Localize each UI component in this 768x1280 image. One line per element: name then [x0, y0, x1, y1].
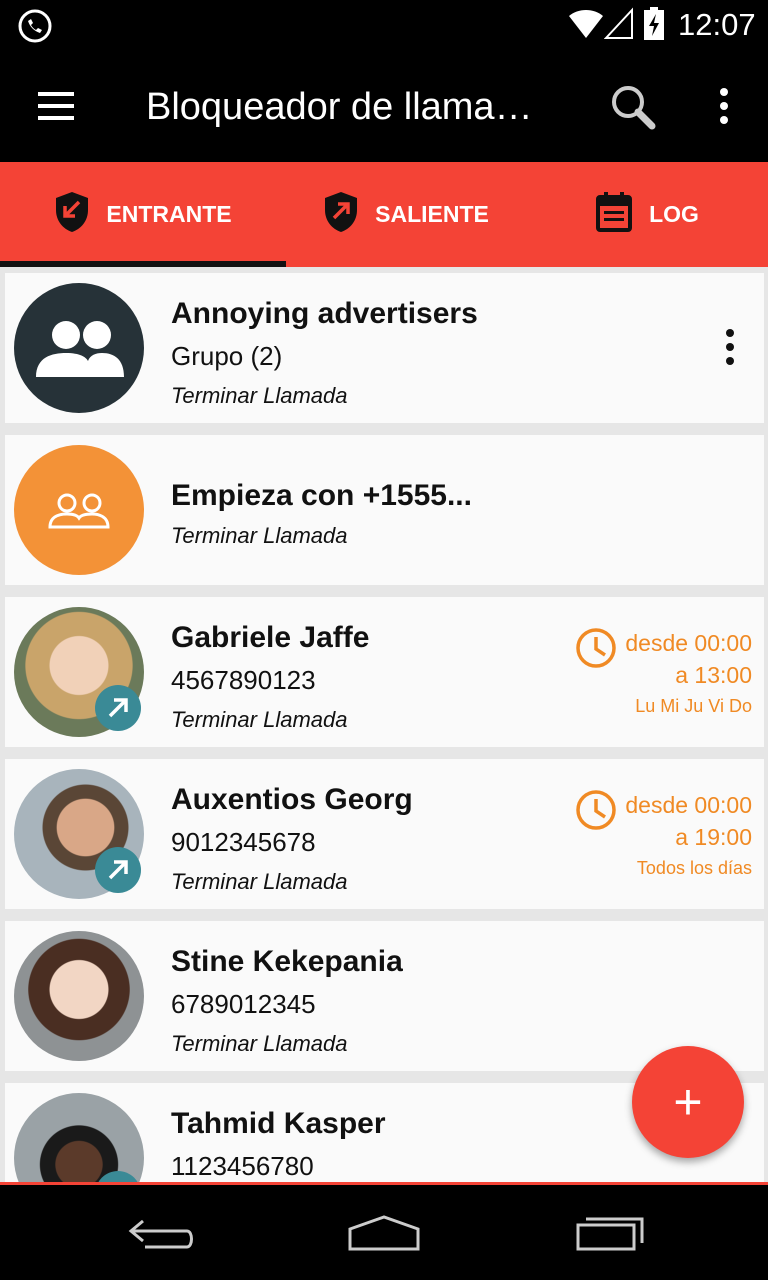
tab-entrante-label: ENTRANTE: [106, 201, 232, 227]
app-bar: Bloqueador de llama…: [0, 50, 768, 162]
list-item[interactable]: Stine Kekepania 6789012345 Terminar Llam…: [5, 921, 764, 1071]
tab-saliente[interactable]: SALIENTE: [286, 162, 526, 267]
item-action: Terminar Llamada: [171, 707, 348, 732]
schedule-days: Lu Mi Ju Vi Do: [635, 696, 752, 716]
tab-log-label: LOG: [649, 201, 699, 227]
schedule-from: desde 00:00: [625, 792, 752, 818]
schedule-from: desde 00:00: [625, 630, 752, 656]
item-action: Terminar Llamada: [171, 869, 348, 894]
app-title: Bloqueador de llama…: [146, 86, 533, 128]
item-subtitle: 9012345678: [171, 827, 316, 857]
avatar: [14, 1093, 144, 1184]
group-outline-icon: [14, 445, 144, 575]
item-action: Terminar Llamada: [171, 383, 348, 408]
item-subtitle: Grupo (2): [171, 341, 283, 371]
signal-icon: [603, 6, 634, 45]
schedule-to: a 19:00: [675, 824, 752, 850]
shield-outgoing-icon: [323, 190, 359, 239]
avatar: [14, 931, 144, 1061]
item-more-icon[interactable]: [718, 327, 742, 367]
calendar-icon: [595, 191, 633, 238]
list-item[interactable]: Auxentios Georg 9012345678 Terminar Llam…: [5, 759, 764, 909]
item-name: Gabriele Jaffe: [171, 621, 370, 654]
home-icon[interactable]: [334, 1205, 434, 1261]
add-button[interactable]: +: [632, 1046, 744, 1158]
plus-icon: +: [673, 1074, 703, 1130]
status-clock: 12:07: [678, 7, 756, 42]
wifi-icon: [568, 6, 604, 45]
item-name: Annoying advertisers: [171, 297, 478, 330]
group-icon: [14, 283, 144, 413]
list-item[interactable]: Gabriele Jaffe 4567890123 Terminar Llama…: [5, 597, 764, 747]
clock-icon: [575, 627, 617, 674]
item-subtitle: 4567890123: [171, 665, 316, 695]
schedule: desde 00:00 a 19:00 Todos los días: [625, 789, 752, 883]
more-options-icon[interactable]: [700, 80, 748, 136]
item-action: Terminar Llamada: [171, 1031, 348, 1056]
tab-entrante[interactable]: ENTRANTE: [0, 162, 286, 267]
clock-icon: [575, 789, 617, 836]
item-name: Stine Kekepania: [171, 945, 403, 978]
recents-icon[interactable]: [560, 1205, 660, 1261]
search-icon[interactable]: [604, 80, 660, 136]
list-item[interactable]: Empieza con +1555... Terminar Llamada: [5, 435, 764, 585]
back-icon[interactable]: [110, 1205, 210, 1261]
schedule-days: Todos los días: [636, 858, 752, 878]
item-name: Empieza con +1555...: [171, 479, 472, 512]
voip-call-icon: [17, 8, 53, 49]
tab-bar: ENTRANTE SALIENTE LOG: [0, 162, 768, 267]
item-name: Tahmid Kasper: [171, 1107, 386, 1140]
schedule-to: a 13:00: [675, 662, 752, 688]
status-bar: 12:07: [0, 0, 768, 50]
item-subtitle: 1123456780: [171, 1151, 314, 1181]
block-list[interactable]: Annoying advertisers Grupo (2) Terminar …: [0, 267, 768, 1184]
menu-icon[interactable]: [26, 80, 86, 132]
battery-charging-icon: [642, 6, 666, 47]
navigation-bar: [0, 1185, 768, 1280]
item-action: Terminar Llamada: [171, 523, 348, 548]
tab-saliente-label: SALIENTE: [375, 201, 489, 227]
item-subtitle: 6789012345: [171, 989, 316, 1019]
outgoing-arrow-icon: [95, 847, 141, 893]
shield-incoming-icon: [54, 190, 90, 239]
list-item[interactable]: Annoying advertisers Grupo (2) Terminar …: [5, 273, 764, 423]
item-name: Auxentios Georg: [171, 783, 413, 816]
tab-log[interactable]: LOG: [526, 162, 768, 267]
schedule: desde 00:00 a 13:00 Lu Mi Ju Vi Do: [625, 627, 752, 721]
outgoing-arrow-icon: [95, 685, 141, 731]
